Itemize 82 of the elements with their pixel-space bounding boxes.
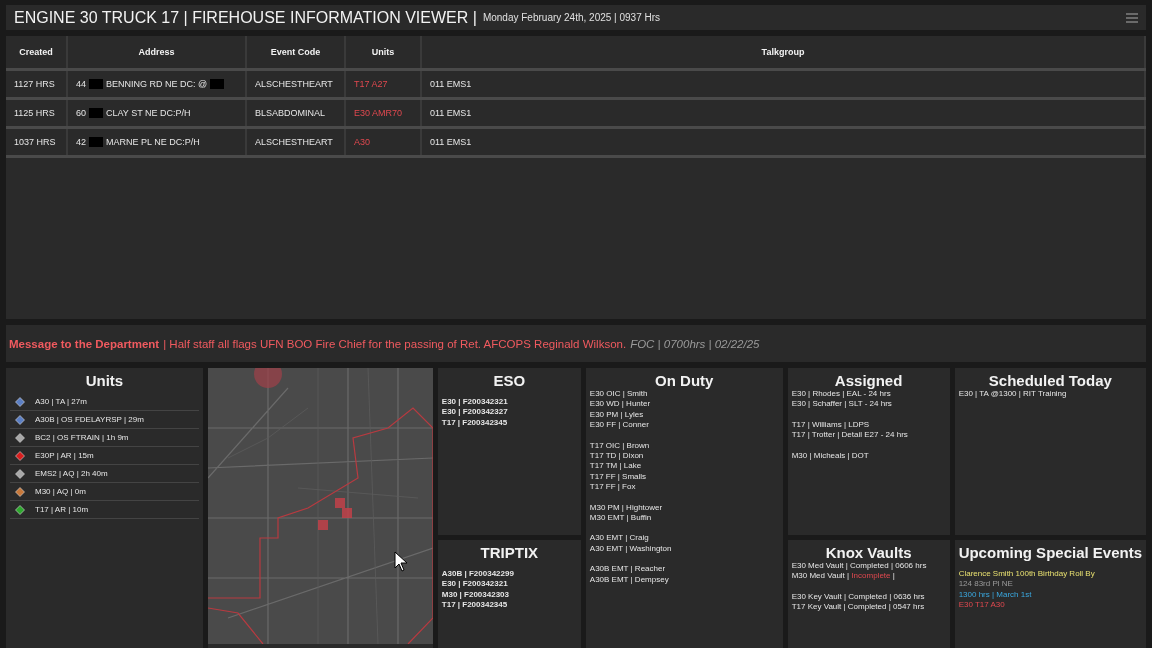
event-line: 1300 hrs | March 1st: [958, 589, 1033, 601]
list-line: T17 | Williams | LDPS: [791, 419, 871, 431]
date-time: Monday February 24th, 2025 | 0937 Hrs: [482, 12, 662, 23]
unit-status: E30P | AR | 15m: [35, 451, 94, 460]
list-line: E30 | F200342327: [441, 407, 509, 418]
cursor-icon: [393, 551, 408, 573]
list-line: T17 FF | Smalls: [589, 471, 648, 483]
panel-title: Knox Vaults: [824, 544, 913, 561]
list-line: E30 | TA @1300 | RIT Training: [958, 389, 1068, 400]
column-header: Talkgroup: [421, 36, 1145, 70]
redaction-bar: [89, 137, 103, 148]
event-line: E30 T17 A30: [958, 600, 1006, 611]
list-line: E30 PM | Lyles: [589, 409, 645, 421]
address-cell: 60 CLAY ST NE DC:P/H: [67, 98, 246, 128]
list-line: T17 | F200342345: [441, 417, 509, 429]
table-cell: ALSCHESTHEART: [246, 69, 345, 99]
list-line: E30 Med Vault | Completed | 0606 hrs: [791, 561, 928, 572]
list-line: T17 | Trotter | Detail E27 - 24 hrs: [791, 430, 909, 441]
list-line: M30 | Micheals | DOT: [791, 450, 870, 462]
list-line: T17 FF | Fox: [589, 482, 637, 493]
panel-title: ESO: [492, 372, 527, 389]
table-cell: E30 AMR70: [345, 98, 421, 128]
panel-title: On Duty: [654, 372, 715, 389]
panel-title: Units: [84, 372, 125, 389]
table-cell: 011 EMS1: [421, 127, 1145, 157]
list-line: E30 | Schaffer | SLT - 24 hrs: [791, 399, 893, 410]
list-line: T17 Key Vault | Completed | 0547 hrs: [791, 602, 926, 613]
list-line: E30 Key Vault | Completed | 0636 hrs: [791, 591, 926, 603]
list-line: A30B | F200342299: [441, 569, 515, 580]
column-header: Address: [67, 36, 246, 70]
list-line: T17 | F200342345: [441, 600, 509, 611]
panel-title: TRIPTIX: [479, 544, 540, 561]
redaction-bar: [210, 79, 225, 90]
unit-status: M30 | AQ | 0m: [35, 487, 86, 496]
list-line: M30 Med Vault | Incomplete |: [791, 571, 896, 582]
unit-status: T17 | AR | 10m: [35, 505, 89, 514]
table-cell: BLSABDOMINAL: [246, 98, 345, 128]
panel-title: Scheduled Today: [987, 372, 1113, 389]
column-header: Event Code: [246, 36, 345, 70]
event-line: 124 83rd Pl NE: [958, 579, 1014, 590]
list-line: A30B EMT | Dempsey: [589, 574, 670, 586]
list-line: T17 TD | Dixon: [589, 451, 645, 462]
redaction-bar: [89, 108, 103, 119]
window-title: ENGINE 30 TRUCK 17 | FIREHOUSE INFORMATION VIEWER |: [14, 8, 477, 27]
column-header: Units: [345, 36, 421, 70]
table-cell: 011 EMS1: [421, 98, 1145, 128]
list-line: T17 TM | Lake: [589, 461, 643, 472]
list-line: T17 OIC | Brown: [589, 440, 651, 452]
address-cell: 44 BENNING RD NE DC: @: [67, 69, 246, 99]
table-cell: A30: [345, 127, 421, 157]
table-cell: 1127 HRS: [6, 69, 67, 99]
list-line: A30B EMT | Reacher: [589, 564, 667, 575]
redaction-bar: [89, 79, 103, 90]
list-line: E30 WD | Hunter: [589, 399, 652, 410]
list-line: E30 FF | Conner: [589, 420, 650, 431]
unit-status: BC2 | OS FTRAIN | 1h 9m: [35, 433, 129, 442]
list-line: A30 EMT | Washington: [589, 543, 673, 555]
panel-title: Assigned: [833, 372, 904, 389]
list-line: E30 OIC | Smith: [589, 389, 649, 400]
table-cell: 1037 HRS: [6, 127, 67, 157]
message-text: | Half staff all flags UFN BOO Fire Chief for the passing of Ret. AFCOPS Reginald Wilkson.: [163, 337, 627, 350]
panel-title: Upcoming Special Events: [958, 544, 1142, 561]
event-line: Clarence Smith 100th Birthday Roll By: [958, 569, 1096, 580]
table-cell: ALSCHESTHEART: [246, 127, 345, 157]
column-header: Created: [6, 36, 67, 70]
list-line: A30 EMT | Craig: [589, 533, 650, 544]
message-footer: FOC | 0700hrs | 02/22/25: [630, 337, 760, 350]
table-cell: 011 EMS1: [421, 69, 1145, 99]
list-line: M30 EMT | Buffin: [589, 513, 653, 524]
unit-status: EMS2 | AQ | 2h 40m: [35, 469, 108, 478]
table-cell: 1125 HRS: [6, 98, 67, 128]
list-line: M30 PM | Hightower: [589, 502, 664, 514]
address-cell: 42 MARNE PL NE DC:P/H: [67, 127, 246, 157]
unit-status: A30 | TA | 27m: [35, 397, 87, 406]
unit-status: A30B | OS FDELAYRSP | 29m: [35, 415, 144, 424]
list-line: E30 | F200342321: [441, 397, 509, 408]
list-line: E30 | F200342321: [441, 579, 509, 590]
table-cell: T17 A27: [345, 69, 421, 99]
menu-icon[interactable]: [1126, 12, 1138, 23]
message-label: Message to the Department: [9, 337, 160, 350]
list-line: E30 | Rhodes | EAL - 24 hrs: [791, 389, 892, 400]
list-line: M30 | F200342303: [441, 589, 510, 601]
